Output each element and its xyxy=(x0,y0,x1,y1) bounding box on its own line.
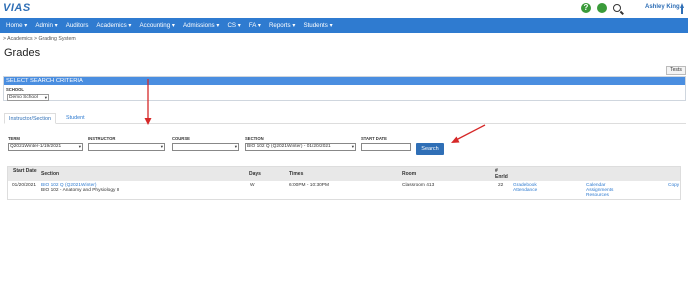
col-section: Section xyxy=(41,171,60,177)
chevron-down-icon: ▾ xyxy=(44,95,47,100)
nav-home[interactable]: Home ▾ xyxy=(2,22,31,29)
col-room: Room xyxy=(402,171,417,177)
section-select[interactable]: BIO 102 Q (Q2021Winter) - 01/20/2021 ▾ xyxy=(245,143,356,151)
tab-instructor-section[interactable]: Instructor/Section xyxy=(4,113,56,124)
instructor-label: INSTRUCTOR xyxy=(88,136,116,141)
nav-fa[interactable]: FA ▾ xyxy=(245,22,265,29)
chevron-down-icon: ▾ xyxy=(234,144,237,149)
school-select[interactable]: Demo School ▾ xyxy=(7,94,49,101)
nav-students[interactable]: Students ▾ xyxy=(299,22,336,29)
search-criteria-panel: SELECT SEARCH CRITERIA SCHOOL Demo Schoo… xyxy=(3,76,686,101)
app-logo[interactable]: VIAS xyxy=(3,2,31,14)
annotation-arrow-diagonal xyxy=(451,124,486,143)
section-select-value: BIO 102 Q (Q2021Winter) - 01/20/2021 xyxy=(247,144,331,149)
table-header: Start Date Section Days Times Room # Enr… xyxy=(8,167,680,181)
resources-link[interactable]: Resources xyxy=(586,193,609,199)
col-times: Times xyxy=(289,171,304,177)
row-enrolled: 22 xyxy=(498,183,504,188)
user-name[interactable]: Ashley King xyxy=(645,4,680,10)
nav-cs[interactable]: CS ▾ xyxy=(223,22,244,29)
col-enrolled: # Enrld xyxy=(495,168,508,180)
chevron-down-icon: ▾ xyxy=(160,144,163,149)
term-select-value: Q2021Winter-1/19/2021 xyxy=(10,144,62,149)
page-title: Grades xyxy=(4,47,41,59)
col-days: Days xyxy=(249,171,261,177)
col-start-date: Start Date xyxy=(13,168,37,174)
row-room: Classroom 413 xyxy=(402,183,435,188)
nav-admissions[interactable]: Admissions ▾ xyxy=(179,22,223,29)
start-date-input[interactable] xyxy=(361,143,411,151)
attendance-link[interactable]: Attendance xyxy=(513,188,537,194)
breadcrumb[interactable]: > Academics > Grading System xyxy=(3,36,76,42)
nav-reports[interactable]: Reports ▾ xyxy=(265,22,300,29)
chevron-down-icon: ▾ xyxy=(351,144,354,149)
search-tabs: Instructor/Section Student xyxy=(4,113,686,124)
school-select-value: Demo School xyxy=(9,95,38,100)
criteria-header[interactable]: SELECT SEARCH CRITERIA xyxy=(4,77,685,85)
globe-icon[interactable] xyxy=(597,3,607,13)
term-label: TERM xyxy=(8,136,20,141)
tab-student[interactable]: Student xyxy=(62,113,89,124)
school-label: SCHOOL xyxy=(6,87,24,92)
term-select[interactable]: Q2021Winter-1/19/2021 ▾ xyxy=(8,143,83,151)
user-icon[interactable] xyxy=(679,3,685,14)
start-date-label: START DATE xyxy=(361,136,387,141)
nav-admin[interactable]: Admin ▾ xyxy=(31,22,61,29)
row-start-date: 01/20/2021 xyxy=(12,183,37,188)
course-select[interactable]: ▾ xyxy=(172,143,239,151)
section-label: SECTION xyxy=(245,136,264,141)
header-icons: ? xyxy=(581,3,621,13)
main-nav: Home ▾ Admin ▾ Auditors Academics ▾ Acco… xyxy=(0,18,688,33)
top-header: VIAS ? Ashley King xyxy=(0,0,688,17)
nav-academics[interactable]: Academics ▾ xyxy=(92,22,135,29)
nav-auditors[interactable]: Auditors xyxy=(62,22,93,29)
copy-link[interactable]: Copy xyxy=(668,183,679,189)
row-days: W xyxy=(250,183,255,188)
course-label: COURSE xyxy=(172,136,190,141)
chevron-down-icon: ▾ xyxy=(78,144,81,149)
nav-accounting[interactable]: Accounting ▾ xyxy=(136,22,179,29)
search-icon[interactable] xyxy=(613,4,621,12)
search-button[interactable]: Search xyxy=(416,143,444,155)
annotation-arrow-down xyxy=(144,79,152,125)
tests-button[interactable]: Tests xyxy=(666,66,686,75)
results-table: Start Date Section Days Times Room # Enr… xyxy=(7,166,681,200)
help-icon[interactable]: ? xyxy=(581,3,591,13)
instructor-select[interactable]: ▾ xyxy=(88,143,165,151)
row-section-name: BIO 102 - Anatomy and Physiology II xyxy=(41,188,120,193)
row-times: 6:00PM - 10:30PM xyxy=(289,183,329,188)
